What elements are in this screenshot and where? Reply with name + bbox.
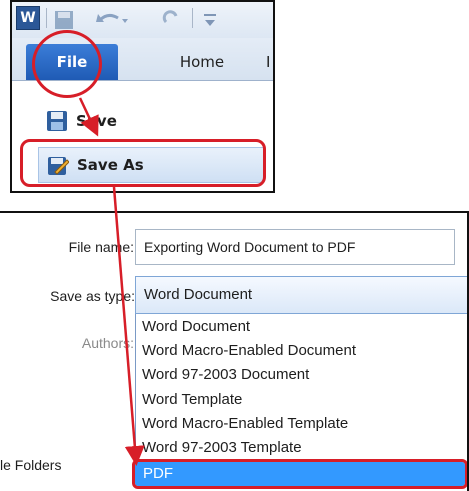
dropdown-option[interactable]: Word 97-2003 Template — [142, 439, 302, 456]
word-app-icon: W — [16, 6, 40, 30]
save-as-type-select[interactable]: Word Document — [135, 276, 467, 314]
undo-icon[interactable] — [96, 10, 130, 30]
floppy-disk-icon — [47, 111, 67, 131]
tab-insert-partial[interactable]: I — [266, 44, 270, 80]
save-as-type-label: Save as type: — [50, 288, 135, 304]
dropdown-option[interactable]: Word 97-2003 Document — [142, 366, 309, 383]
dropdown-option-pdf-selected[interactable]: PDF — [132, 459, 467, 489]
toolbar-divider — [192, 8, 193, 28]
authors-label: Authors: — [81, 335, 134, 351]
save-as-highlight — [20, 139, 266, 187]
file-name-input[interactable]: Exporting Word Document to PDF — [135, 229, 455, 265]
customize-toolbar-icon[interactable] — [202, 10, 218, 30]
dropdown-option[interactable]: Word Macro-Enabled Template — [142, 415, 348, 432]
floppy-disk-icon[interactable] — [54, 10, 74, 30]
dropdown-option[interactable]: Word Document — [142, 318, 250, 335]
tab-home[interactable]: Home — [162, 44, 242, 80]
menu-item-label: Save — [76, 112, 117, 130]
toolbar-divider — [46, 8, 47, 28]
hide-folders-label[interactable]: le Folders — [0, 457, 90, 473]
file-name-label: File name: — [68, 239, 134, 255]
redo-icon[interactable] — [162, 10, 182, 30]
menu-item-save[interactable]: Save — [38, 103, 264, 139]
save-as-dialog: File name: Exporting Word Document to PD… — [0, 211, 469, 491]
dropdown-option[interactable]: Word Template — [142, 391, 242, 408]
save-type-dropdown-list: Word Document Word Macro-Enabled Documen… — [135, 314, 467, 464]
file-tab-highlight — [32, 30, 102, 98]
dropdown-option[interactable]: Word Macro-Enabled Document — [142, 342, 356, 359]
